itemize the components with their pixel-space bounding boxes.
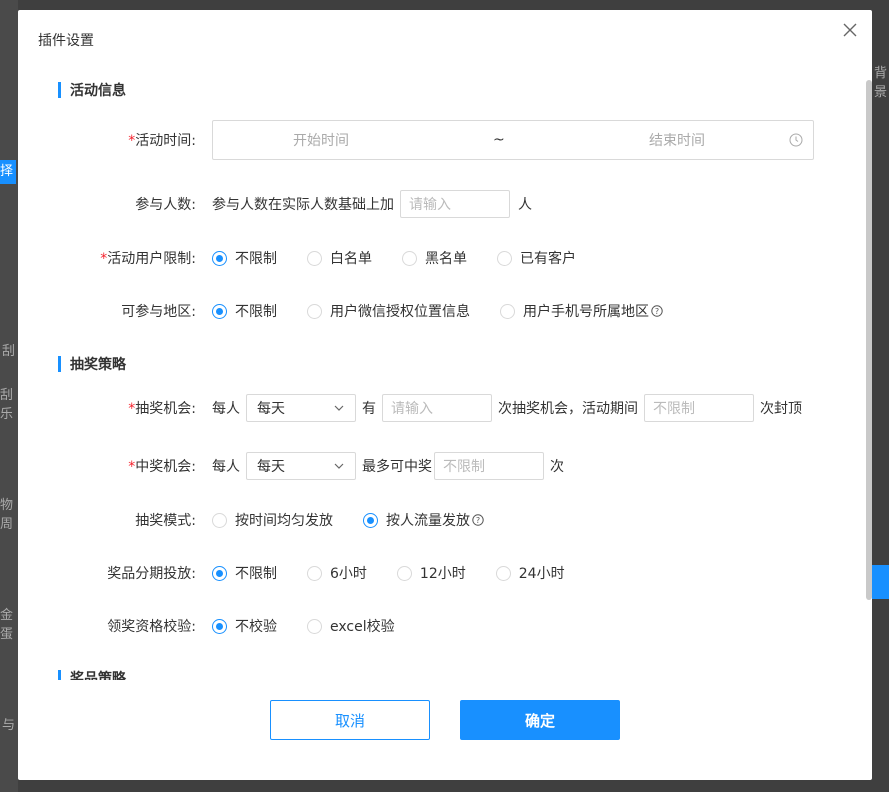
- svg-text:?: ?: [476, 516, 480, 525]
- region-row: 可参与地区: 不限制 用户微信授权位置信息 用户手机号所属地区 ?: [18, 291, 872, 331]
- chevron-down-icon: [334, 463, 344, 469]
- cancel-button[interactable]: 取消: [270, 700, 430, 740]
- background-label: 金蛋: [0, 608, 14, 642]
- participants-label: 参与人数:: [135, 197, 196, 213]
- activity-time-label: *活动时间:: [128, 133, 196, 149]
- region-radio-wechat-location[interactable]: 用户微信授权位置信息: [307, 301, 470, 321]
- verify-row: 领奖资格校验: 不校验 excel校验: [18, 606, 872, 646]
- background-label: 背景: [874, 66, 888, 100]
- verify-radio-excel[interactable]: excel校验: [307, 616, 395, 636]
- user-limit-label: *活动用户限制:: [100, 251, 196, 267]
- win-chance-suffix: 次: [550, 459, 564, 475]
- verify-radio-none[interactable]: 不校验: [212, 616, 277, 636]
- help-icon[interactable]: ?: [651, 305, 663, 317]
- draw-mode-radio-by-traffic[interactable]: 按人流量发放 ?: [363, 510, 484, 530]
- start-time-input[interactable]: 开始时间: [293, 130, 349, 150]
- activity-time-range-picker[interactable]: 开始时间 ~ 结束时间: [212, 120, 814, 160]
- draw-chance-label: *抽奖机会:: [128, 401, 196, 417]
- win-chance-max-input[interactable]: 不限制: [434, 452, 544, 480]
- win-chance-per-person: 每人: [212, 459, 240, 475]
- win-chance-row: *中奖机会: 每人 每天 最多可中奖 不限制 次: [18, 446, 872, 486]
- user-limit-radio-whitelist[interactable]: 白名单: [307, 248, 372, 268]
- draw-chance-period-select[interactable]: 每天: [246, 394, 356, 422]
- svg-text:?: ?: [655, 307, 659, 316]
- background-panel: [872, 565, 889, 599]
- win-chance-period-select[interactable]: 每天: [246, 452, 356, 480]
- user-limit-row: *活动用户限制: 不限制 白名单 黑名单 已有客户: [18, 238, 872, 278]
- draw-mode-radio-time-even[interactable]: 按时间均匀发放: [212, 510, 333, 530]
- draw-chance-cap-input[interactable]: 不限制: [644, 394, 754, 422]
- staging-radio-6h[interactable]: 6小时: [307, 563, 367, 583]
- clock-icon: [789, 133, 803, 147]
- draw-chance-per-person: 每人: [212, 401, 240, 417]
- verify-label: 领奖资格校验:: [107, 619, 196, 635]
- user-limit-radio-existing-customers[interactable]: 已有客户: [497, 248, 576, 268]
- help-icon[interactable]: ?: [472, 514, 484, 526]
- participants-prefix: 参与人数在实际人数基础上加: [212, 197, 394, 213]
- participants-suffix: 人: [518, 197, 532, 213]
- confirm-button[interactable]: 确定: [460, 700, 620, 740]
- background-label: 择: [0, 160, 16, 184]
- close-icon[interactable]: [838, 18, 862, 42]
- range-separator: ~: [493, 132, 505, 148]
- win-chance-max-text: 最多可中奖: [362, 459, 432, 475]
- section-lottery-title: 抽奖策略: [58, 354, 126, 374]
- staging-row: 奖品分期投放: 不限制 6小时 12小时 24小时: [18, 553, 872, 593]
- participants-input[interactable]: 请输入: [400, 190, 510, 218]
- draw-mode-label: 抽奖模式:: [135, 513, 196, 529]
- region-label: 可参与地区:: [121, 304, 196, 320]
- user-limit-radio-unlimited[interactable]: 不限制: [212, 248, 277, 268]
- end-time-input[interactable]: 结束时间: [649, 130, 705, 150]
- region-radio-unlimited[interactable]: 不限制: [212, 301, 277, 321]
- background-label: 刮乐: [0, 388, 14, 422]
- section-prize-title: 奖品策略: [58, 668, 126, 680]
- draw-chance-has: 有: [362, 401, 376, 417]
- section-prize-clip: 奖品策略: [18, 664, 872, 680]
- draw-chance-suffix: 次封顶: [760, 401, 802, 417]
- background-label: 物周: [0, 498, 14, 532]
- background-label: 与: [2, 718, 16, 733]
- background-label: 刮: [2, 344, 16, 359]
- staging-label: 奖品分期投放:: [107, 566, 196, 582]
- dialog-title: 插件设置: [38, 33, 94, 49]
- participants-row: 参与人数: 参与人数在实际人数基础上加 请输入 人: [18, 184, 872, 224]
- region-radio-phone-region[interactable]: 用户手机号所属地区 ?: [500, 301, 663, 321]
- user-limit-radio-blacklist[interactable]: 黑名单: [402, 248, 467, 268]
- staging-radio-unlimited[interactable]: 不限制: [212, 563, 277, 583]
- draw-chance-count-input[interactable]: 请输入: [382, 394, 492, 422]
- plugin-settings-dialog: 插件设置 活动信息 *活动时间: 开始时间 ~ 结束时间 参与人数: 参与人数在…: [18, 10, 872, 780]
- staging-radio-24h[interactable]: 24小时: [495, 563, 565, 583]
- draw-chance-middle: 次抽奖机会，活动期间: [498, 401, 638, 417]
- section-activity-title: 活动信息: [58, 80, 126, 100]
- activity-time-row: *活动时间: 开始时间 ~ 结束时间: [18, 120, 872, 160]
- draw-chance-row: *抽奖机会: 每人 每天 有 请输入 次抽奖机会，活动期间 不限制 次封顶: [18, 388, 872, 428]
- staging-radio-12h[interactable]: 12小时: [396, 563, 466, 583]
- draw-mode-row: 抽奖模式: 按时间均匀发放 按人流量发放 ?: [18, 500, 872, 540]
- chevron-down-icon: [334, 405, 344, 411]
- win-chance-label: *中奖机会:: [128, 459, 196, 475]
